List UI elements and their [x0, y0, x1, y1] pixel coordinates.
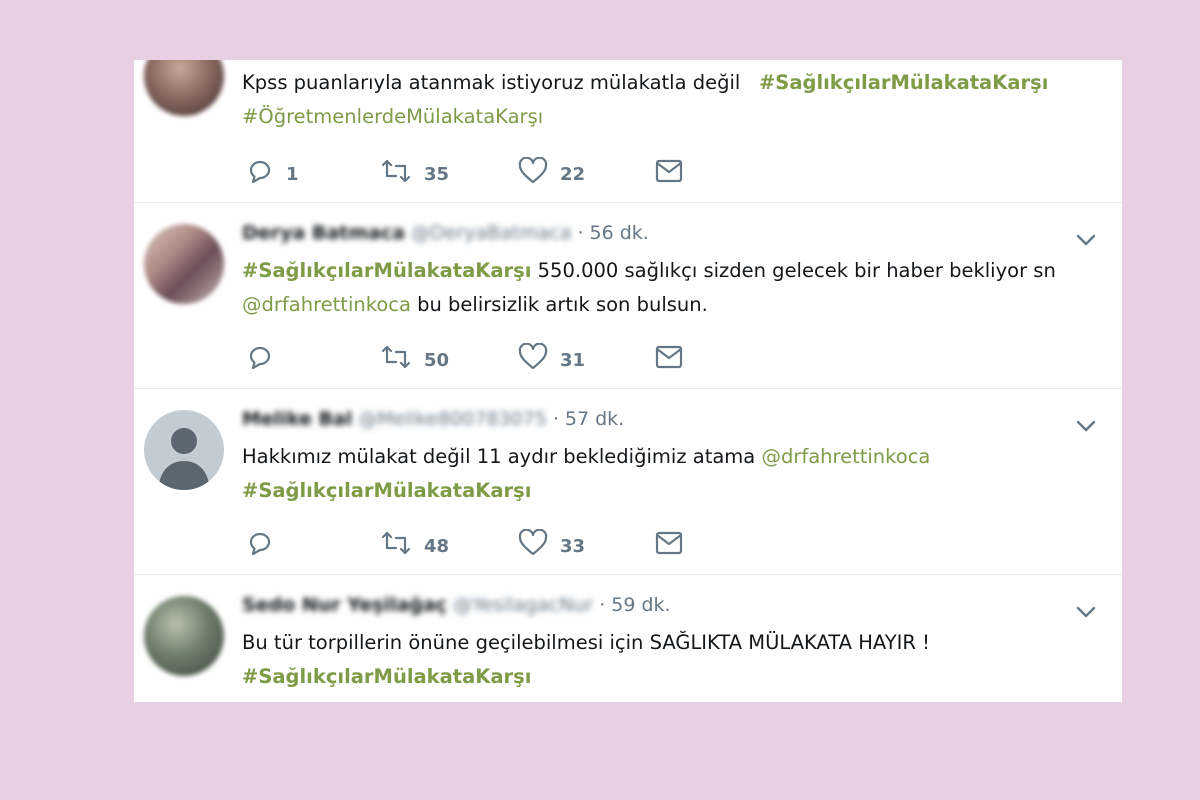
heart-icon	[518, 157, 548, 184]
tweet-actions: 50 31	[242, 342, 742, 372]
timestamp[interactable]: · 56 dk.	[577, 222, 648, 244]
mention[interactable]: @drfahrettinkoca	[242, 293, 411, 316]
tweet-text: #SağlıkçılarMülakataKarşı 550.000 sağlık…	[242, 254, 1102, 322]
default-avatar-icon[interactable]	[144, 410, 224, 490]
avatar[interactable]	[144, 224, 224, 304]
hashtag[interactable]: #SağlıkçılarMülakataKarşı	[759, 71, 1048, 94]
envelope-icon	[655, 531, 683, 555]
reply-count: 1	[286, 163, 299, 185]
tweet[interactable]: Kpss puanlarıyla atanmak istiyoruz mülak…	[134, 60, 1122, 203]
tweet-header: Derya Batmaca @DeryaBatmaca · 56 dk.	[242, 222, 649, 244]
chevron-down-icon[interactable]	[1074, 600, 1098, 624]
avatar[interactable]	[144, 60, 224, 116]
tweet[interactable]: Derya Batmaca @DeryaBatmaca · 56 dk. #Sa…	[134, 202, 1122, 389]
user-handle[interactable]: @YesilagacNur	[453, 594, 593, 616]
chevron-down-icon[interactable]	[1074, 414, 1098, 438]
like-count: 22	[560, 163, 586, 185]
user-handle[interactable]: @DeryaBatmaca	[411, 222, 571, 244]
tweet-text: Hakkımız mülakat değil 11 aydır beklediğ…	[242, 440, 1102, 508]
direct-message-button[interactable]	[654, 342, 684, 372]
tweet-header: Sedo Nur Yeşilağaç @YesilagacNur · 59 dk…	[242, 594, 671, 616]
direct-message-button[interactable]	[654, 528, 684, 558]
tweet-text: Kpss puanlarıyla atanmak istiyoruz mülak…	[242, 66, 1102, 134]
tweet-text-body: 550.000 sağlıkçı sizden gelecek bir habe…	[531, 259, 1056, 282]
user-name[interactable]: Derya Batmaca	[242, 222, 405, 244]
hashtag[interactable]: #SağlıkçılarMülakataKarşı	[242, 479, 531, 502]
retweet-icon	[381, 159, 411, 183]
tweet-text-body: Hakkımız mülakat değil 11 aydır beklediğ…	[242, 445, 762, 468]
timestamp[interactable]: · 57 dk.	[553, 408, 624, 430]
timestamp[interactable]: · 59 dk.	[599, 594, 670, 616]
reply-icon	[249, 346, 271, 370]
like-count: 33	[560, 535, 586, 557]
tweet-actions: 48 33	[242, 528, 742, 558]
reply-button[interactable]	[246, 342, 274, 372]
user-name[interactable]: Sedo Nur Yeşilağaç	[242, 594, 447, 616]
like-button[interactable]: 33	[518, 528, 585, 558]
tweet[interactable]: Melike Bal @Melike800783075 · 57 dk. Hak…	[134, 388, 1122, 575]
hashtag[interactable]: #SağlıkçılarMülakataKarşı	[242, 665, 531, 688]
reply-icon	[249, 160, 271, 184]
reply-button[interactable]: 1	[246, 156, 299, 186]
avatar[interactable]	[144, 596, 224, 676]
hashtag[interactable]: #ÖğretmenlerdeMülakataKarşı	[242, 105, 543, 128]
reply-icon	[249, 532, 271, 556]
reply-button[interactable]	[246, 528, 274, 558]
retweet-icon	[381, 345, 411, 369]
retweet-icon	[381, 531, 411, 555]
like-count: 31	[560, 349, 586, 371]
retweet-button[interactable]: 50	[380, 342, 449, 372]
mention[interactable]: @drfahrettinkoca	[761, 445, 930, 468]
tweet-timeline: Kpss puanlarıyla atanmak istiyoruz mülak…	[134, 60, 1122, 702]
envelope-icon	[655, 159, 683, 183]
retweet-count: 35	[424, 163, 450, 185]
envelope-icon	[655, 345, 683, 369]
direct-message-button[interactable]	[654, 156, 684, 186]
chevron-down-icon[interactable]	[1074, 228, 1098, 252]
hashtag[interactable]: #SağlıkçılarMülakataKarşı	[242, 259, 531, 282]
tweet-text: Bu tür torpillerin önüne geçilebilmesi i…	[242, 626, 1102, 694]
like-button[interactable]: 31	[518, 342, 585, 372]
heart-icon	[518, 343, 548, 370]
heart-icon	[518, 529, 548, 556]
tweet-text-body: Kpss puanlarıyla atanmak istiyoruz mülak…	[242, 71, 741, 94]
tweet-text-body: bu belirsizlik artık son bulsun.	[410, 293, 708, 316]
retweet-button[interactable]: 48	[380, 528, 449, 558]
tweet[interactable]: Sedo Nur Yeşilağaç @YesilagacNur · 59 dk…	[134, 574, 1122, 702]
user-handle[interactable]: @Melike800783075	[358, 408, 546, 430]
retweet-button[interactable]: 35	[380, 156, 449, 186]
tweet-actions: 1 35 22	[242, 156, 742, 186]
user-name[interactable]: Melike Bal	[242, 408, 352, 430]
tweet-header: Melike Bal @Melike800783075 · 57 dk.	[242, 408, 624, 430]
retweet-count: 48	[424, 535, 450, 557]
retweet-count: 50	[424, 349, 450, 371]
like-button[interactable]: 22	[518, 156, 585, 186]
tweet-text-body: Bu tür torpillerin önüne geçilebilmesi i…	[242, 631, 930, 654]
